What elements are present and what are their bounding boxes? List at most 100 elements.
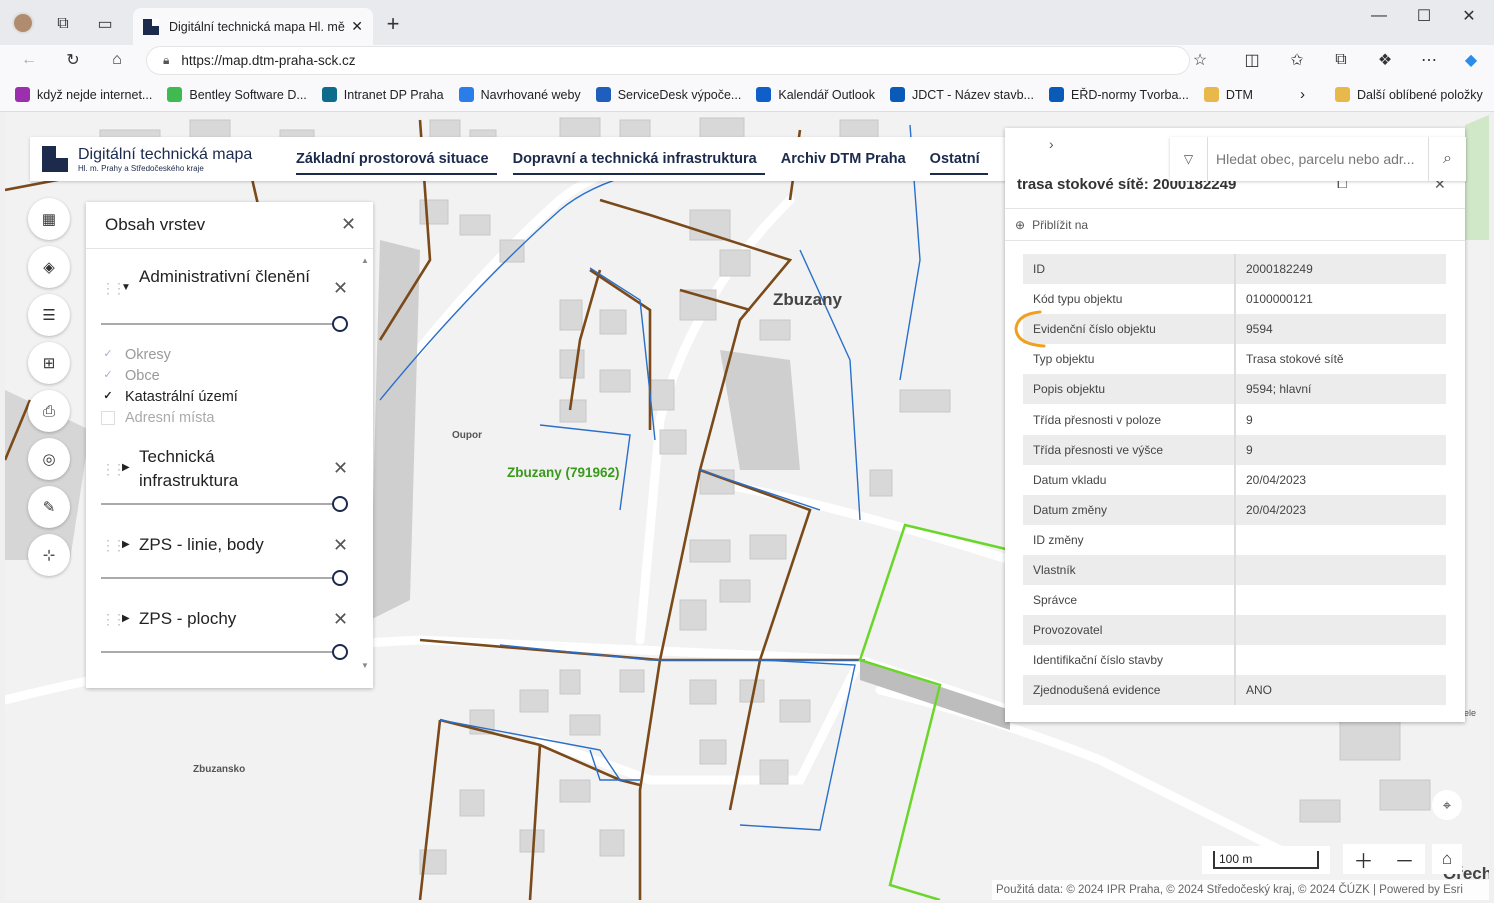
attribute-value: 9 — [1246, 412, 1253, 427]
zoom-to-action[interactable]: ⊕ Přiblížit na — [1015, 218, 1088, 232]
favorite-item[interactable]: Navrhované weby — [458, 87, 581, 102]
drag-handle-icon[interactable]: ⋮⋮ — [101, 461, 126, 478]
drag-handle-icon[interactable]: ⋮⋮ — [101, 611, 126, 628]
popup-pager-next-icon[interactable]: › — [1049, 136, 1054, 152]
remove-group-icon[interactable]: ✕ — [333, 458, 348, 479]
zoom-in-button[interactable]: ＋ — [1354, 845, 1374, 874]
map-label-oupor: Oupor — [452, 430, 482, 441]
collections-icon[interactable]: ⧉ — [1330, 49, 1352, 71]
close-tab-icon[interactable]: ✕ — [351, 18, 363, 35]
attribute-value: Trasa stokové sítě — [1246, 352, 1344, 367]
opacity-slider-handle[interactable] — [332, 644, 348, 660]
tab-ostatni[interactable]: Ostatní — [922, 137, 988, 181]
layer-group-zps-plochy[interactable]: ZPS - plochy — [139, 607, 236, 631]
favorite-item[interactable]: EŘD-normy Tvorba... — [1048, 87, 1189, 102]
draw-pencil-icon[interactable]: ✎ — [28, 486, 70, 528]
layers-icon[interactable]: ◈ — [28, 246, 70, 288]
refresh-icon[interactable]: ↻ — [62, 49, 84, 71]
scrollbar[interactable]: ▲ ▼ — [360, 256, 370, 670]
layer-group-technicka-infrastruktura[interactable]: Technická infrastruktura — [139, 445, 314, 493]
app-logo[interactable]: Digitální technická mapa Hl. m. Prahy a … — [30, 146, 288, 173]
attribute-row: ID 2000182249 — [1023, 254, 1446, 285]
measure-icon[interactable]: ⊞ — [28, 342, 70, 384]
copilot-icon[interactable]: ◆ — [1460, 49, 1482, 71]
opacity-slider-track[interactable] — [101, 577, 346, 579]
back-icon[interactable]: ← — [18, 49, 40, 71]
collapse-caret-icon[interactable]: ▶ — [122, 613, 130, 624]
zoom-out-button[interactable]: － — [1395, 845, 1415, 874]
checkbox-obce[interactable]: ✓ — [101, 369, 115, 383]
map-label-zbuzany: Zbuzany — [773, 290, 842, 309]
layers-panel-close-icon[interactable]: ✕ — [341, 214, 356, 235]
home-icon[interactable]: ⌂ — [106, 49, 128, 71]
favorite-item[interactable]: když nejde internet... — [15, 87, 152, 102]
opacity-slider-handle[interactable] — [332, 316, 348, 332]
scale-bar-line: 100 m — [1213, 851, 1319, 869]
favorite-item[interactable]: Intranet DP Praha — [321, 87, 444, 102]
favorite-star-icon[interactable]: ☆ — [1189, 49, 1211, 71]
favorites-overflow-icon[interactable]: › — [1300, 86, 1305, 103]
attribute-value: 2000182249 — [1246, 262, 1313, 277]
favorite-item[interactable]: DTM — [1203, 87, 1253, 102]
basemap-gallery-icon[interactable]: ▦ — [28, 198, 70, 240]
maximize-button[interactable]: ☐ — [1413, 5, 1435, 27]
legend-list-icon[interactable]: ☰ — [28, 294, 70, 336]
favorite-item[interactable]: JDCT - Název stavb... — [889, 87, 1034, 102]
expand-caret-icon[interactable]: ▼ — [121, 282, 131, 293]
collapse-caret-icon[interactable]: ▶ — [122, 539, 130, 550]
drag-handle-icon[interactable]: ⋮⋮ — [101, 280, 126, 297]
opacity-slider-track[interactable] — [101, 651, 346, 653]
opacity-slider-track[interactable] — [101, 323, 346, 325]
attribute-row: Správce — [1023, 585, 1446, 616]
opacity-slider-handle[interactable] — [332, 570, 348, 586]
checkbox-okresy[interactable]: ✓ — [101, 348, 115, 362]
tab-archiv-dtm-praha[interactable]: Archiv DTM Praha — [773, 137, 914, 181]
checkbox-adresni-mista[interactable] — [101, 411, 115, 425]
attribute-key: Vlastník — [1023, 554, 1236, 586]
extensions-icon[interactable]: ❖ — [1374, 49, 1396, 71]
opacity-slider-handle[interactable] — [332, 496, 348, 512]
popup-divider — [1005, 208, 1465, 209]
split-screen-icon[interactable]: ◫ — [1241, 49, 1263, 71]
layer-adresni-mista[interactable]: Adresní místa — [101, 410, 214, 426]
layer-group-zps-linie-body[interactable]: ZPS - linie, body — [139, 533, 264, 557]
favorite-icon — [889, 87, 905, 102]
favorites-icon[interactable]: ✩ — [1286, 49, 1308, 71]
remove-group-icon[interactable]: ✕ — [333, 278, 348, 299]
locate-button[interactable]: ⌖ — [1432, 790, 1462, 820]
browser-tab-active[interactable]: Digitální technická mapa Hl. měs ✕ — [133, 8, 373, 45]
more-icon[interactable]: ⋯ — [1418, 49, 1440, 71]
print-icon[interactable]: ⎙ — [28, 390, 70, 432]
favorite-item[interactable]: Bentley Software D... — [167, 87, 307, 102]
minimize-button[interactable]: — — [1368, 5, 1390, 27]
home-extent-button[interactable]: ⌂ — [1432, 844, 1462, 874]
tab-dopravni-technicka-infrastruktura[interactable]: Dopravní a technická infrastruktura — [505, 137, 765, 181]
search-input[interactable]: Hledat obec, parcelu nebo adr... — [1208, 151, 1428, 167]
collapse-caret-icon[interactable]: ▶ — [122, 462, 130, 473]
workspaces-icon[interactable]: ⧉ — [52, 13, 74, 35]
layer-group-administrativni-cleneni[interactable]: Administrativní členění — [139, 265, 314, 289]
close-window-button[interactable]: ✕ — [1458, 5, 1480, 27]
remove-group-icon[interactable]: ✕ — [333, 535, 348, 556]
identify-icon[interactable]: ◎ — [28, 438, 70, 480]
profile-avatar[interactable] — [12, 12, 34, 34]
search-source-dropdown-icon[interactable]: ▽ — [1170, 137, 1208, 181]
search-icon[interactable]: ⌕ — [1428, 137, 1466, 181]
layer-katastralni-uzemi[interactable]: ✓ Katastrální území — [101, 389, 237, 405]
address-bar[interactable]: 🔒︎ https://map.dtm-praha-sck.cz — [146, 46, 1190, 75]
checkbox-katastralni-uzemi[interactable]: ✓ — [101, 390, 115, 404]
coordinates-icon[interactable]: ⊹ — [28, 534, 70, 576]
layer-okresy[interactable]: ✓ Okresy — [101, 347, 171, 363]
favorite-item[interactable]: Kalendář Outlook — [756, 87, 875, 102]
drag-handle-icon[interactable]: ⋮⋮ — [101, 537, 126, 554]
tab-actions-icon[interactable]: ▭ — [94, 13, 116, 35]
tab-zakladni-prostorova-situace[interactable]: Základní prostorová situace — [288, 137, 497, 181]
remove-group-icon[interactable]: ✕ — [333, 609, 348, 630]
scale-bar-label: 100 m — [1219, 852, 1253, 866]
layer-obce[interactable]: ✓ Obce — [101, 368, 159, 384]
opacity-slider-track[interactable] — [101, 503, 346, 505]
other-favorites[interactable]: Další oblíbené položky — [1335, 87, 1483, 102]
attribute-value: ANO — [1246, 683, 1273, 698]
new-tab-button[interactable]: + — [382, 11, 404, 36]
favorite-item[interactable]: ServiceDesk výpoče... — [595, 87, 741, 102]
